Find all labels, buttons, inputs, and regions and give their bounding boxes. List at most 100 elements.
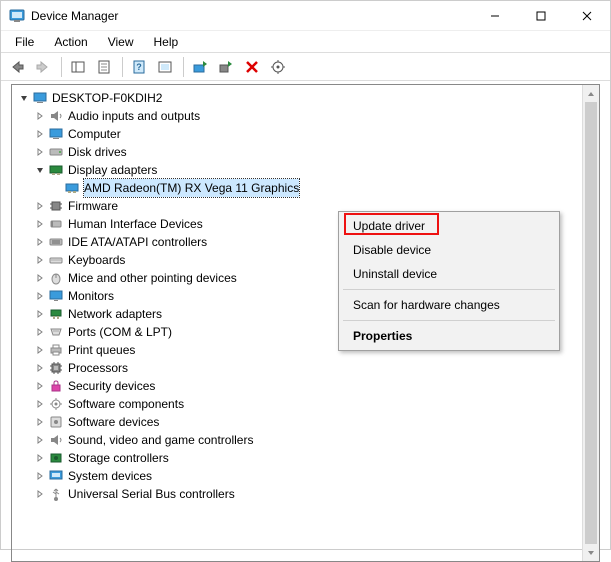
chevron-right-icon[interactable] xyxy=(34,236,46,248)
chevron-right-icon[interactable] xyxy=(34,290,46,302)
vertical-scrollbar[interactable] xyxy=(582,85,599,561)
chevron-right-icon[interactable] xyxy=(34,128,46,140)
tree-node-label: Keyboards xyxy=(68,251,125,269)
chevron-right-icon[interactable] xyxy=(34,488,46,500)
window-title: Device Manager xyxy=(31,9,472,23)
tree-node-label: Security devices xyxy=(68,377,155,395)
scroll-thumb[interactable] xyxy=(585,102,597,544)
tree-node-audio[interactable]: Audio inputs and outputs xyxy=(32,107,599,125)
software-icon xyxy=(48,396,64,412)
chevron-right-icon[interactable] xyxy=(34,470,46,482)
tree-node-security[interactable]: Security devices xyxy=(32,377,599,395)
monitor-icon xyxy=(48,126,64,142)
chevron-right-icon[interactable] xyxy=(34,398,46,410)
tree-node-swcomp[interactable]: Software components xyxy=(32,395,599,413)
help-button[interactable]: ? xyxy=(127,55,151,79)
mouse-icon xyxy=(48,270,64,286)
chevron-right-icon[interactable] xyxy=(34,452,46,464)
context-separator xyxy=(343,320,555,321)
toolbar: ? xyxy=(1,53,610,81)
computer-icon xyxy=(32,90,48,106)
menubar: File Action View Help xyxy=(1,31,610,53)
display-adapter-icon xyxy=(64,180,80,196)
chevron-right-icon[interactable] xyxy=(34,326,46,338)
context-update-driver[interactable]: Update driver xyxy=(341,214,557,238)
tree-node-processors[interactable]: Processors xyxy=(32,359,599,377)
tree-node-swdev[interactable]: Software devices xyxy=(32,413,599,431)
titlebar: Device Manager xyxy=(1,1,610,31)
menu-action[interactable]: Action xyxy=(44,32,97,52)
chevron-right-icon[interactable] xyxy=(34,254,46,266)
tree-node-display[interactable]: Display adapters xyxy=(32,161,599,179)
monitor-icon xyxy=(48,288,64,304)
context-uninstall-device[interactable]: Uninstall device xyxy=(341,262,557,286)
scroll-up-button[interactable] xyxy=(583,85,599,102)
action-button[interactable] xyxy=(153,55,177,79)
menu-file[interactable]: File xyxy=(5,32,44,52)
menu-view[interactable]: View xyxy=(98,32,144,52)
scroll-down-button[interactable] xyxy=(583,544,599,561)
tree-node-storage[interactable]: Storage controllers xyxy=(32,449,599,467)
tree-root[interactable]: DESKTOP-F0KDIH2 xyxy=(16,89,599,107)
usb-icon xyxy=(48,486,64,502)
chevron-right-icon[interactable] xyxy=(34,362,46,374)
scan-hardware-button[interactable] xyxy=(266,55,290,79)
chip-icon xyxy=(48,198,64,214)
chevron-right-icon[interactable] xyxy=(34,416,46,428)
uninstall-device-button[interactable] xyxy=(240,55,264,79)
toolbar-divider xyxy=(183,57,184,77)
chevron-right-icon[interactable] xyxy=(34,218,46,230)
scroll-track[interactable] xyxy=(583,102,599,544)
chevron-right-icon[interactable] xyxy=(34,344,46,356)
context-scan-hardware[interactable]: Scan for hardware changes xyxy=(341,293,557,317)
properties-button[interactable] xyxy=(92,55,116,79)
chevron-down-icon[interactable] xyxy=(18,92,30,104)
tree-node-label: IDE ATA/ATAPI controllers xyxy=(68,233,207,251)
chevron-down-icon[interactable] xyxy=(34,164,46,176)
chevron-right-icon[interactable] xyxy=(34,308,46,320)
tree-node-label: Universal Serial Bus controllers xyxy=(68,485,235,503)
tree-node-display-child[interactable]: AMD Radeon(TM) RX Vega 11 Graphics xyxy=(48,179,599,197)
printer-icon xyxy=(48,342,64,358)
speaker-icon xyxy=(48,432,64,448)
show-hide-tree-button[interactable] xyxy=(66,55,90,79)
tree-node-disk[interactable]: Disk drives xyxy=(32,143,599,161)
tree-node-computer[interactable]: Computer xyxy=(32,125,599,143)
context-disable-device[interactable]: Disable device xyxy=(341,238,557,262)
context-properties[interactable]: Properties xyxy=(341,324,557,348)
tree-node-label: Software devices xyxy=(68,413,159,431)
network-icon xyxy=(48,306,64,322)
chevron-right-icon[interactable] xyxy=(34,434,46,446)
security-icon xyxy=(48,378,64,394)
back-button[interactable] xyxy=(5,55,29,79)
maximize-button[interactable] xyxy=(518,1,564,31)
keyboard-icon xyxy=(48,252,64,268)
menu-help[interactable]: Help xyxy=(144,32,189,52)
update-driver-button[interactable] xyxy=(188,55,212,79)
app-icon xyxy=(9,8,25,24)
speaker-icon xyxy=(48,108,64,124)
chevron-right-icon[interactable] xyxy=(34,110,46,122)
forward-button[interactable] xyxy=(31,55,55,79)
close-button[interactable] xyxy=(564,1,610,31)
hid-icon xyxy=(48,216,64,232)
enable-device-button[interactable] xyxy=(214,55,238,79)
tree-node-label: System devices xyxy=(68,467,152,485)
tree-node-label: Firmware xyxy=(68,197,118,215)
tree-node-label: Mice and other pointing devices xyxy=(68,269,237,287)
tree-node-label: Software components xyxy=(68,395,184,413)
chevron-right-icon[interactable] xyxy=(34,146,46,158)
minimize-button[interactable] xyxy=(472,1,518,31)
chevron-right-icon[interactable] xyxy=(34,272,46,284)
tree-node-sound[interactable]: Sound, video and game controllers xyxy=(32,431,599,449)
tree-node-label: Ports (COM & LPT) xyxy=(68,323,172,341)
tree-node-label: Print queues xyxy=(68,341,135,359)
chevron-right-icon[interactable] xyxy=(34,380,46,392)
context-separator xyxy=(343,289,555,290)
chevron-right-icon[interactable] xyxy=(34,200,46,212)
context-menu: Update driver Disable device Uninstall d… xyxy=(338,211,560,351)
device-tree-panel: DESKTOP-F0KDIH2 Audio inputs and outputs… xyxy=(11,84,600,562)
tree-node-system[interactable]: System devices xyxy=(32,467,599,485)
tree-node-label: AMD Radeon(TM) RX Vega 11 Graphics xyxy=(84,179,299,197)
tree-node-usb[interactable]: Universal Serial Bus controllers xyxy=(32,485,599,503)
